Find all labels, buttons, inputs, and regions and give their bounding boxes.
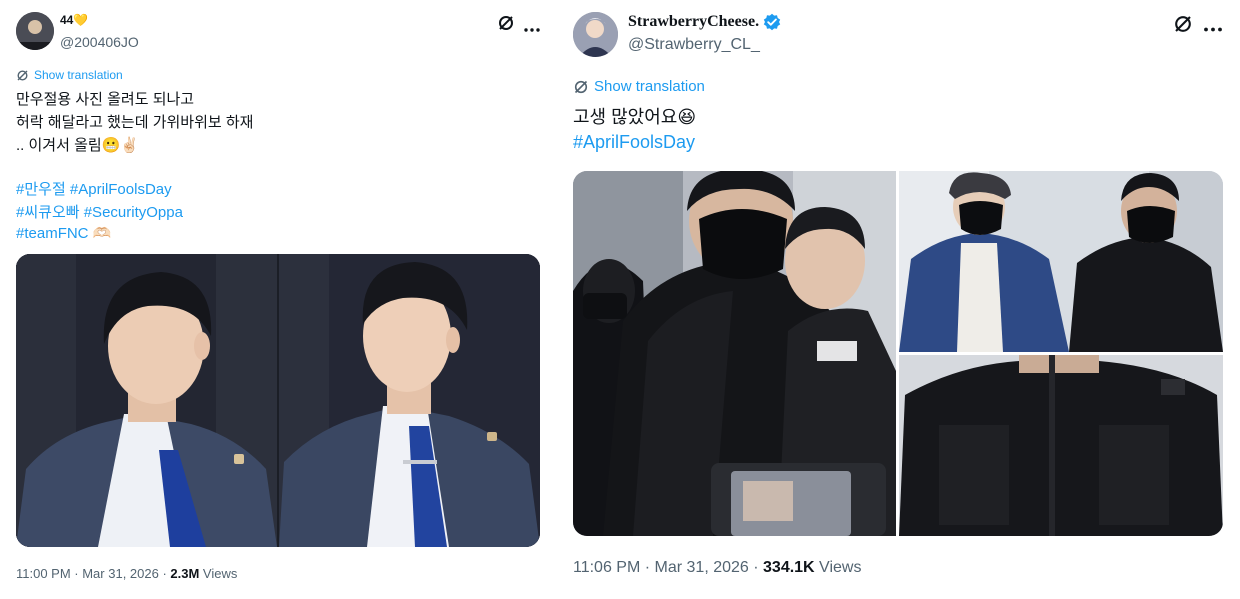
photo[interactable] (899, 171, 1223, 352)
photo[interactable] (573, 171, 896, 536)
media-grid (573, 171, 1223, 536)
translate-icon (573, 79, 589, 95)
avatar[interactable] (16, 12, 54, 50)
photo[interactable] (279, 254, 540, 547)
views-label: Views (199, 566, 238, 581)
display-name-text: StrawberryCheese. (628, 13, 760, 30)
hashtag-line-1: #만우절 #AprilFoolsDay (16, 178, 172, 199)
tweet-right: StrawberryCheese. @Strawberry_CL_ Show t… (555, 0, 1240, 599)
tweet-text-line-1: 만우절용 사진 올려도 되나고 (16, 91, 195, 108)
tweet-meta: 11:06 PM · Mar 31, 2026 · 334.1K Views (573, 559, 861, 577)
hashtag-link[interactable]: #만우절 (16, 181, 66, 198)
hashtag-line-2: #씨큐오빠 #SecurityOppa (16, 201, 183, 222)
avatar[interactable] (573, 12, 618, 57)
views-label: Views (814, 559, 862, 576)
display-name[interactable]: 44💛 (60, 13, 88, 27)
show-translation-link[interactable]: Show translation (573, 78, 705, 95)
handle[interactable]: @200406JO (60, 34, 139, 50)
display-name[interactable]: StrawberryCheese. (628, 13, 781, 31)
more-icon[interactable] (1203, 20, 1223, 32)
show-translation-label: Show translation (34, 68, 123, 82)
tweet-text-line-3: .. 이겨서 올림😬✌🏻 (16, 137, 140, 154)
tweet-text-line-2: 허락 해달라고 했는데 가위바위보 하재 (16, 114, 254, 131)
translate-icon (16, 69, 29, 82)
hashtag-link[interactable]: #teamFNC 🫶🏻 (16, 225, 111, 242)
grok-icon[interactable] (1173, 14, 1193, 34)
views-count: 2.3M (170, 566, 200, 581)
tweet-text: 고생 많았어요😆 (573, 107, 697, 127)
verified-badge-icon (763, 13, 781, 31)
media-grid (16, 254, 540, 547)
handle[interactable]: @Strawberry_CL_ (628, 36, 760, 54)
hashtag-link[interactable]: #씨큐오빠 (16, 204, 80, 221)
tweet-meta: 11:00 PM · Mar 31, 2026 · 2.3M Views (16, 566, 237, 581)
show-translation-link[interactable]: Show translation (16, 68, 123, 82)
hashtag-link[interactable]: #SecurityOppa (84, 204, 183, 221)
more-icon[interactable] (523, 20, 541, 32)
timestamp[interactable]: 11:06 PM · Mar 31, 2026 · (573, 559, 763, 576)
photo[interactable] (899, 355, 1223, 536)
views-count: 334.1K (763, 559, 815, 576)
hashtag-link[interactable]: #AprilFoolsDay (70, 181, 172, 198)
timestamp[interactable]: 11:00 PM · Mar 31, 2026 · (16, 566, 170, 581)
show-translation-label: Show translation (594, 78, 705, 95)
hashtag-link[interactable]: #AprilFoolsDay (573, 132, 695, 153)
hashtag-line-3: #teamFNC 🫶🏻 (16, 224, 111, 242)
photo[interactable] (16, 254, 277, 547)
tweet-left: 44💛 @200406JO Show translation 만우절용 사진 올… (0, 0, 555, 599)
grok-icon[interactable] (497, 14, 515, 32)
